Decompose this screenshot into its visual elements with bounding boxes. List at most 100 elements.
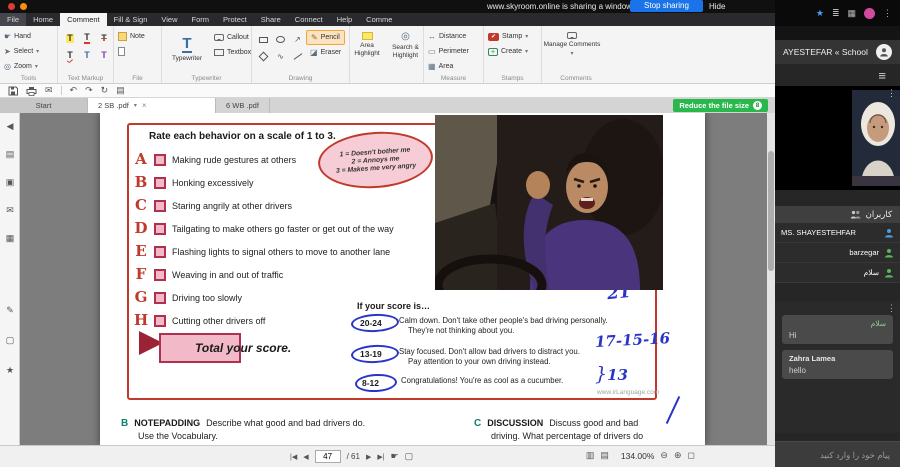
page-layout-icon[interactable]: ▤ [116,86,125,95]
select-tool-button[interactable]: ➤ Select ▾ [0,44,57,59]
squiggly-text-button[interactable]: T [62,47,78,63]
refresh-icon[interactable]: ↻ [101,86,109,95]
stop-sharing-button[interactable]: Stop sharing [630,0,703,12]
reading-list-icon[interactable]: ≣ [832,8,840,18]
redo-icon[interactable]: ↷ [85,86,93,95]
highlight-text-button[interactable]: T [62,30,78,46]
rectangle-shape-button[interactable] [256,32,271,47]
browser-menu-kebab-icon[interactable]: ⋮ [883,8,892,18]
hand-tool-button[interactable]: ☛ Hand [0,29,57,44]
fullscreen-icon[interactable]: ◻ [688,450,695,461]
video-options-kebab-icon[interactable]: ⋮ [887,88,896,99]
page-number-input[interactable] [314,450,341,463]
score-checkbox[interactable] [154,291,166,304]
manage-comments-button[interactable]: Manage Comments ▾ [542,29,602,58]
users-section-header[interactable]: کاربران [775,206,900,223]
doc-tab-6wb[interactable]: 6 WB .pdf [216,98,270,113]
user-row-barzegar[interactable]: barzegar [775,243,900,263]
browser-profile-avatar[interactable] [864,7,875,19]
hamburger-menu-icon[interactable]: ≡ [878,69,886,82]
doc-tab-start[interactable]: Start [0,98,88,113]
close-tab-icon[interactable]: × [142,101,147,110]
score-checkbox[interactable] [154,199,166,212]
tab-file[interactable]: File [0,13,27,26]
tab-share[interactable]: Share [254,13,288,26]
line-shape-button[interactable] [290,49,305,64]
tab-view[interactable]: View [154,13,184,26]
pencil-tool-button[interactable]: ✎ Pencil [306,30,346,45]
note-button[interactable]: Note [114,29,161,44]
attachments-icon[interactable]: ✉ [0,205,20,216]
print-icon[interactable] [26,86,37,96]
zoom-in-icon[interactable]: ⊕ [674,450,682,461]
stamps-panel-icon[interactable]: ★ [0,365,20,376]
last-page-icon[interactable]: ▶| [377,453,384,461]
bookmark-star-icon[interactable]: ★ [816,8,824,18]
textbox-button[interactable]: Textbox [210,45,255,60]
zoom-out-icon[interactable]: ⊖ [660,450,668,461]
perimeter-button[interactable]: ▭ Perimeter [424,44,483,59]
chevron-down-icon[interactable]: ▾ [134,102,137,109]
strikeout-text-button[interactable]: T [96,30,112,46]
comments-panel-icon[interactable]: ▢ [0,335,20,346]
tab-form[interactable]: Form [185,13,217,26]
email-icon[interactable]: ✉ [45,86,53,95]
tab-help[interactable]: Help [330,13,359,26]
stamp-button[interactable]: ✔ Stamp ▾ [484,29,541,44]
tab-comment-truncated[interactable]: Comme [359,13,399,26]
cloud-shape-button[interactable]: ∿ [273,49,288,64]
marquee-zoom-icon[interactable]: ▢ [405,451,414,462]
create-stamp-button[interactable]: + Create ▾ [484,44,541,59]
user-row-teacher[interactable]: MS. SHAYESTEHFAR [775,223,900,243]
tab-connect[interactable]: Connect [288,13,330,26]
reduce-file-size-button[interactable]: Reduce the file size 8 [673,99,768,112]
underline-text-button[interactable]: T [79,30,95,46]
scrollbar-thumb[interactable] [768,151,774,271]
bookmarks-icon[interactable]: ▣ [0,177,20,188]
search-highlight-button[interactable]: ◎ Search & Highlight [388,29,422,60]
continuous-view-icon[interactable]: ▤ [600,450,609,461]
collapse-panel-icon[interactable]: ◀ [0,121,20,132]
score-checkbox[interactable] [154,176,166,189]
tab-comment[interactable]: Comment [60,13,107,26]
user-row-salam[interactable]: سلام [775,263,900,283]
teacher-video-tile[interactable]: ⋮ [775,86,900,190]
hand-tool-icon[interactable]: ☛ [391,451,399,462]
eraser-tool-button[interactable]: ◪ Eraser [306,45,345,60]
first-page-icon[interactable]: |◀ [290,453,297,461]
previous-page-icon[interactable]: ◀ [303,453,308,461]
area-highlight-button[interactable]: Area Highlight [350,29,384,58]
signature-panel-icon[interactable]: ✎ [0,305,20,316]
score-checkbox[interactable] [154,153,166,166]
score-checkbox[interactable] [154,314,166,327]
tab-fill-sign[interactable]: Fill & Sign [107,13,155,26]
single-page-view-icon[interactable]: ▥ [586,450,595,461]
layers-icon[interactable]: ▦ [0,233,20,244]
arrow-shape-button[interactable]: ↗ [290,32,305,47]
chat-options-kebab-icon[interactable]: ⋮ [887,303,896,314]
zoom-tool-button[interactable]: ◎ Zoom ▾ [0,59,57,74]
doc-tab-2sb[interactable]: 2 SB .pdf ▾ × [88,98,216,113]
callout-button[interactable]: Callout [210,30,255,45]
distance-button[interactable]: ↔ Distance [424,29,483,44]
score-checkbox[interactable] [154,245,166,258]
account-avatar[interactable] [876,44,892,60]
oval-shape-button[interactable] [273,32,288,47]
next-page-icon[interactable]: ▶ [366,453,371,461]
chat-message-input[interactable] [775,449,900,460]
tab-home[interactable]: Home [26,13,60,26]
score-checkbox[interactable] [154,222,166,235]
vertical-scrollbar[interactable] [767,113,775,445]
polygon-shape-button[interactable] [256,49,271,64]
area-button[interactable]: ▦ Area [424,59,483,74]
replace-text-button[interactable]: T [96,47,112,63]
insert-text-button[interactable]: T [79,47,95,63]
save-icon[interactable] [8,86,18,96]
tab-protect[interactable]: Protect [216,13,254,26]
extensions-grid-icon[interactable]: ▦ [847,8,856,18]
typewriter-button[interactable]: T Typewriter [166,30,208,68]
undo-icon[interactable]: ↶ [70,86,78,95]
page-thumbnails-icon[interactable]: ▤ [0,149,20,160]
attach-file-button[interactable] [114,44,161,59]
hide-share-bar-button[interactable]: Hide [709,2,725,11]
